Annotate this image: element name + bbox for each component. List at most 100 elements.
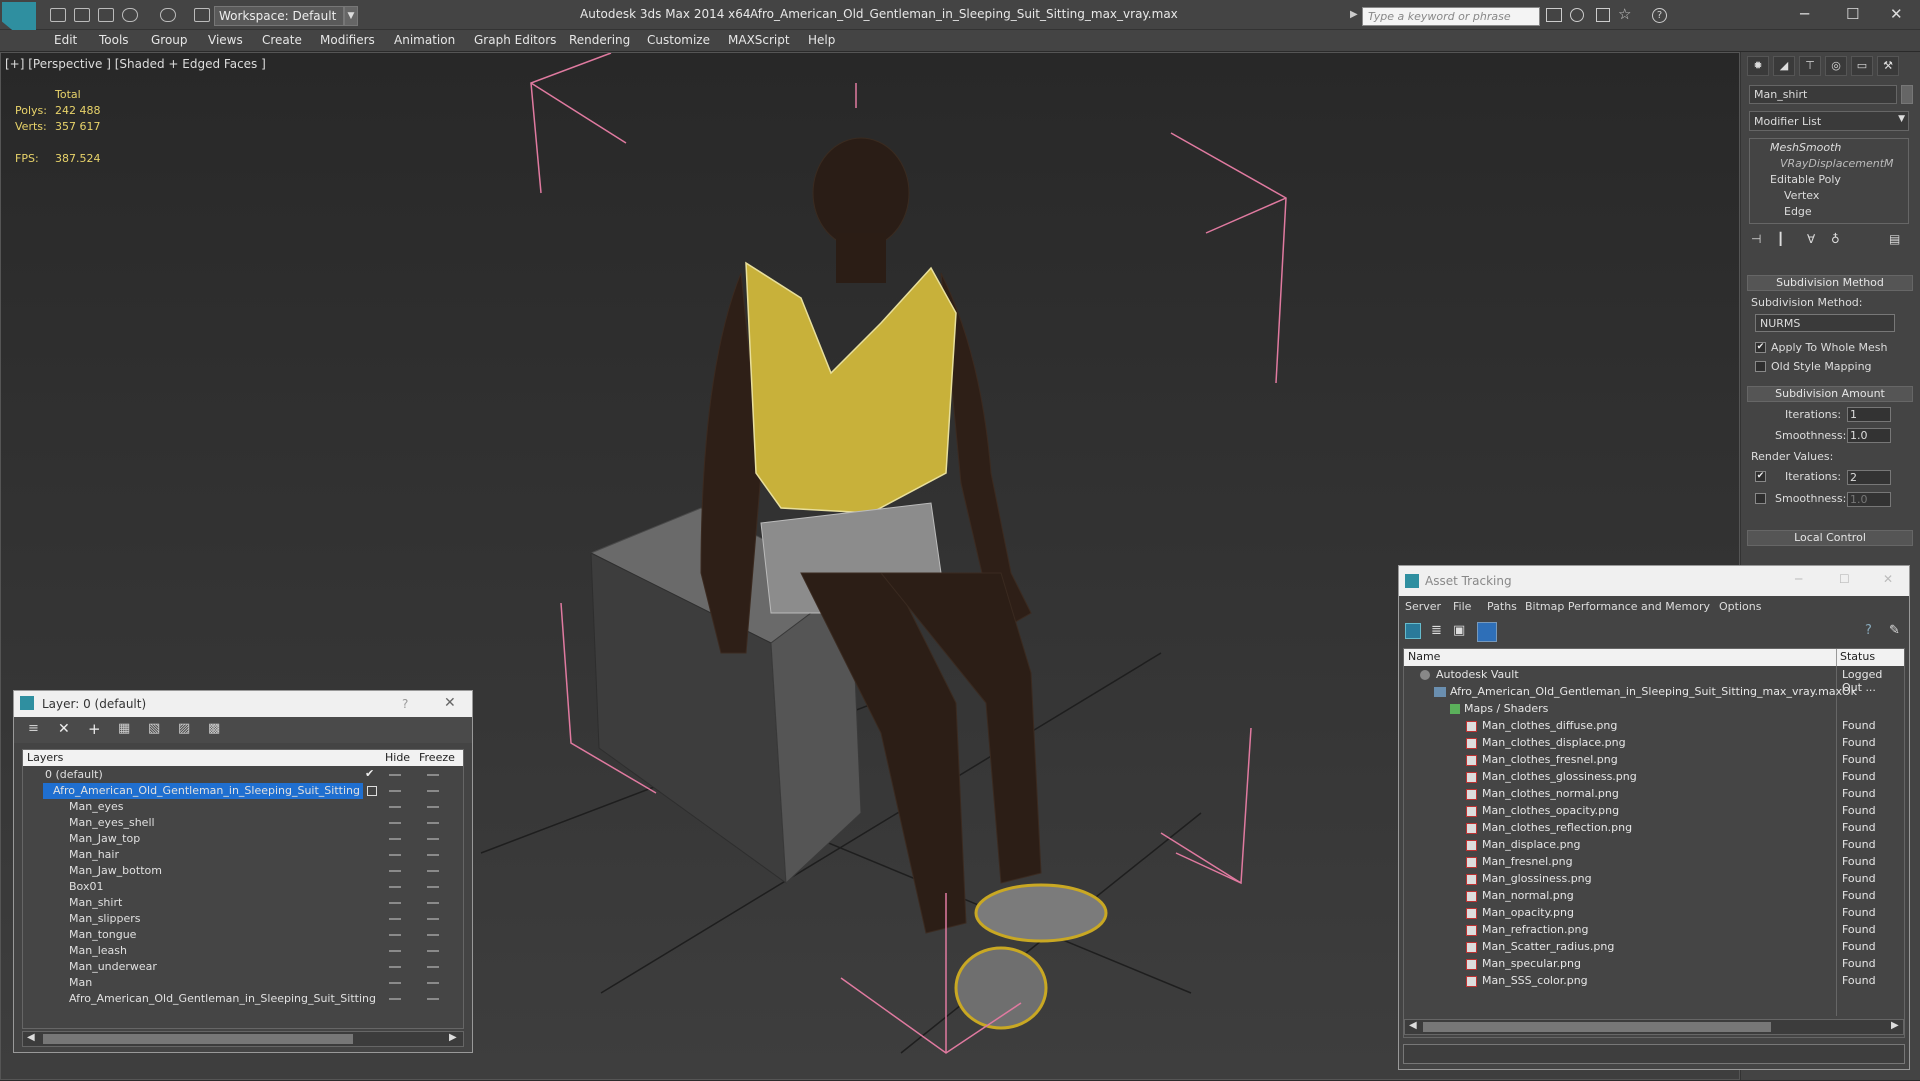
hide-toggle[interactable] bbox=[389, 982, 401, 984]
asset-path-field[interactable] bbox=[1403, 1044, 1905, 1064]
select-in-layer-icon[interactable]: ▦ bbox=[118, 721, 130, 736]
hide-toggle[interactable] bbox=[389, 870, 401, 872]
render-iterations-spinner[interactable]: 2 bbox=[1847, 470, 1891, 485]
asset-row-maps-folder[interactable]: Maps / Shaders bbox=[1404, 701, 1904, 718]
asset-row[interactable]: Man_SSS_color.png Found bbox=[1404, 973, 1904, 990]
settings-icon[interactable]: ✎ bbox=[1889, 623, 1900, 638]
utilities-tab-icon[interactable]: ⚒ bbox=[1877, 56, 1899, 76]
layer-object-row[interactable]: Man_Jaw_top bbox=[23, 831, 463, 847]
stack-item-edge[interactable]: Edge bbox=[1784, 205, 1812, 218]
chevron-down-icon[interactable]: ▼ bbox=[344, 6, 358, 26]
scroll-left-icon[interactable]: ◀ bbox=[27, 1032, 35, 1043]
motion-tab-icon[interactable]: ◎ bbox=[1825, 56, 1847, 76]
scroll-left-icon[interactable]: ◀ bbox=[1409, 1020, 1417, 1031]
asset-dialog-title-bar[interactable]: Asset Tracking ─ ☐ ✕ bbox=[1399, 566, 1909, 596]
column-divider[interactable] bbox=[1836, 649, 1837, 666]
menu-customize[interactable]: Customize bbox=[647, 33, 710, 47]
menu-graph-editors[interactable]: Graph Editors bbox=[474, 33, 556, 47]
refresh-icon[interactable] bbox=[1405, 623, 1421, 639]
favorites-star-icon[interactable]: ☆ bbox=[1618, 5, 1631, 23]
make-unique-icon[interactable]: ∀ bbox=[1807, 232, 1815, 246]
help-icon[interactable]: ? bbox=[1652, 8, 1667, 23]
undo-icon[interactable] bbox=[122, 8, 138, 22]
layer-object-row[interactable]: Man_hair bbox=[23, 847, 463, 863]
layer-object-row[interactable]: Man_slippers bbox=[23, 911, 463, 927]
hide-toggle[interactable] bbox=[389, 934, 401, 936]
configure-modifier-sets-icon[interactable]: ▤ bbox=[1889, 232, 1900, 246]
display-tab-icon[interactable]: ▭ bbox=[1851, 56, 1873, 76]
help-icon[interactable]: ? bbox=[402, 697, 408, 711]
status-column-header[interactable]: Status bbox=[1840, 650, 1875, 663]
modify-tab-icon[interactable]: ◢ bbox=[1773, 56, 1795, 76]
active-layer-check-icon[interactable]: ✔ bbox=[365, 767, 374, 780]
hide-toggle[interactable] bbox=[389, 822, 401, 824]
list-view-icon[interactable]: ≣ bbox=[1431, 623, 1442, 638]
pin-stack-icon[interactable]: ⊣ bbox=[1751, 232, 1761, 246]
scroll-thumb[interactable] bbox=[43, 1034, 353, 1044]
minimize-icon[interactable]: ─ bbox=[1800, 5, 1809, 23]
asset-menu-file[interactable]: File bbox=[1453, 600, 1471, 613]
local-control-rollout[interactable]: Local Control bbox=[1747, 530, 1913, 546]
menu-rendering[interactable]: Rendering bbox=[569, 33, 630, 47]
iterations-spinner[interactable]: 1 bbox=[1847, 407, 1891, 422]
asset-row[interactable]: Man_opacity.png Found bbox=[1404, 905, 1904, 922]
asset-menu-server[interactable]: Server bbox=[1405, 600, 1441, 613]
menu-create[interactable]: Create bbox=[262, 33, 302, 47]
asset-table[interactable]: Name Status Autodesk Vault Logged Out ...… bbox=[1403, 648, 1905, 1038]
create-layer-icon[interactable]: ≡ bbox=[28, 721, 39, 736]
freeze-toggle[interactable] bbox=[427, 774, 439, 776]
asset-row-vault[interactable]: Autodesk Vault Logged Out ... bbox=[1404, 667, 1904, 694]
freeze-toggle[interactable] bbox=[427, 918, 439, 920]
hide-toggle[interactable] bbox=[389, 950, 401, 952]
delete-layer-icon[interactable]: ✕ bbox=[58, 721, 70, 737]
layer-dialog-title-bar[interactable]: Layer: 0 (default) ? ✕ bbox=[14, 691, 472, 717]
hide-toggle[interactable] bbox=[389, 886, 401, 888]
open-file-icon[interactable] bbox=[74, 8, 90, 22]
freeze-toggle[interactable] bbox=[427, 998, 439, 1000]
freeze-toggle[interactable] bbox=[427, 838, 439, 840]
freeze-all-layers-icon[interactable]: ▩ bbox=[208, 721, 220, 736]
freeze-toggle[interactable] bbox=[427, 902, 439, 904]
freeze-toggle[interactable] bbox=[427, 982, 439, 984]
asset-row[interactable]: Man_refraction.png Found bbox=[1404, 922, 1904, 939]
scroll-right-icon[interactable]: ▶ bbox=[449, 1032, 457, 1043]
thumbnail-view-icon[interactable]: ▣ bbox=[1453, 623, 1465, 638]
hide-toggle[interactable] bbox=[389, 854, 401, 856]
workspace-dropdown[interactable]: Workspace: Default bbox=[214, 6, 344, 26]
freeze-column-header[interactable]: Freeze bbox=[419, 751, 455, 764]
layer-object-row[interactable]: Box01 bbox=[23, 879, 463, 895]
hide-all-layers-icon[interactable]: ▨ bbox=[178, 721, 190, 736]
name-column-header[interactable]: Name bbox=[1408, 650, 1440, 663]
asset-row[interactable]: Man_clothes_normal.png Found bbox=[1404, 786, 1904, 803]
highlight-layer-icon[interactable]: ▧ bbox=[148, 721, 160, 736]
create-tab-icon[interactable]: ✹ bbox=[1747, 56, 1769, 76]
asset-row[interactable]: Man_fresnel.png Found bbox=[1404, 854, 1904, 871]
scroll-right-icon[interactable]: ▶ bbox=[1891, 1020, 1899, 1031]
close-icon[interactable]: ✕ bbox=[1883, 572, 1893, 586]
menu-tools[interactable]: Tools bbox=[99, 33, 129, 47]
hide-toggle[interactable] bbox=[389, 902, 401, 904]
stack-item-meshsmooth[interactable]: MeshSmooth bbox=[1770, 141, 1841, 154]
freeze-toggle[interactable] bbox=[427, 806, 439, 808]
smoothness-spinner[interactable]: 1.0 bbox=[1847, 428, 1891, 443]
freeze-toggle[interactable] bbox=[427, 822, 439, 824]
hide-column-header[interactable]: Hide bbox=[385, 751, 410, 764]
close-icon[interactable]: ✕ bbox=[444, 695, 456, 711]
search-input[interactable]: Type a keyword or phrase bbox=[1362, 7, 1540, 26]
layer-object-row[interactable]: Man bbox=[23, 975, 463, 991]
hide-toggle[interactable] bbox=[389, 806, 401, 808]
freeze-toggle[interactable] bbox=[427, 934, 439, 936]
layer-row-selected[interactable]: Afro_American_Old_Gentleman_in_Sleeping_… bbox=[23, 783, 463, 799]
asset-row[interactable]: Man_specular.png Found bbox=[1404, 956, 1904, 973]
layer-object-row[interactable]: Man_Jaw_bottom bbox=[23, 863, 463, 879]
menu-modifiers[interactable]: Modifiers bbox=[320, 33, 375, 47]
search-expand-icon[interactable]: ▶ bbox=[1350, 9, 1358, 20]
layer-object-row[interactable]: Man_tongue bbox=[23, 927, 463, 943]
stack-item-editable-poly[interactable]: Editable Poly bbox=[1770, 173, 1841, 186]
stack-item-vertex[interactable]: Vertex bbox=[1784, 189, 1819, 202]
subdivision-method-rollout[interactable]: Subdivision Method bbox=[1747, 275, 1913, 291]
hide-toggle[interactable] bbox=[389, 838, 401, 840]
stack-item-vraydisplacement[interactable]: VRayDisplacementM bbox=[1780, 157, 1894, 170]
asset-row[interactable]: Man_clothes_reflection.png Found bbox=[1404, 820, 1904, 837]
asset-menu-paths[interactable]: Paths bbox=[1487, 600, 1517, 613]
